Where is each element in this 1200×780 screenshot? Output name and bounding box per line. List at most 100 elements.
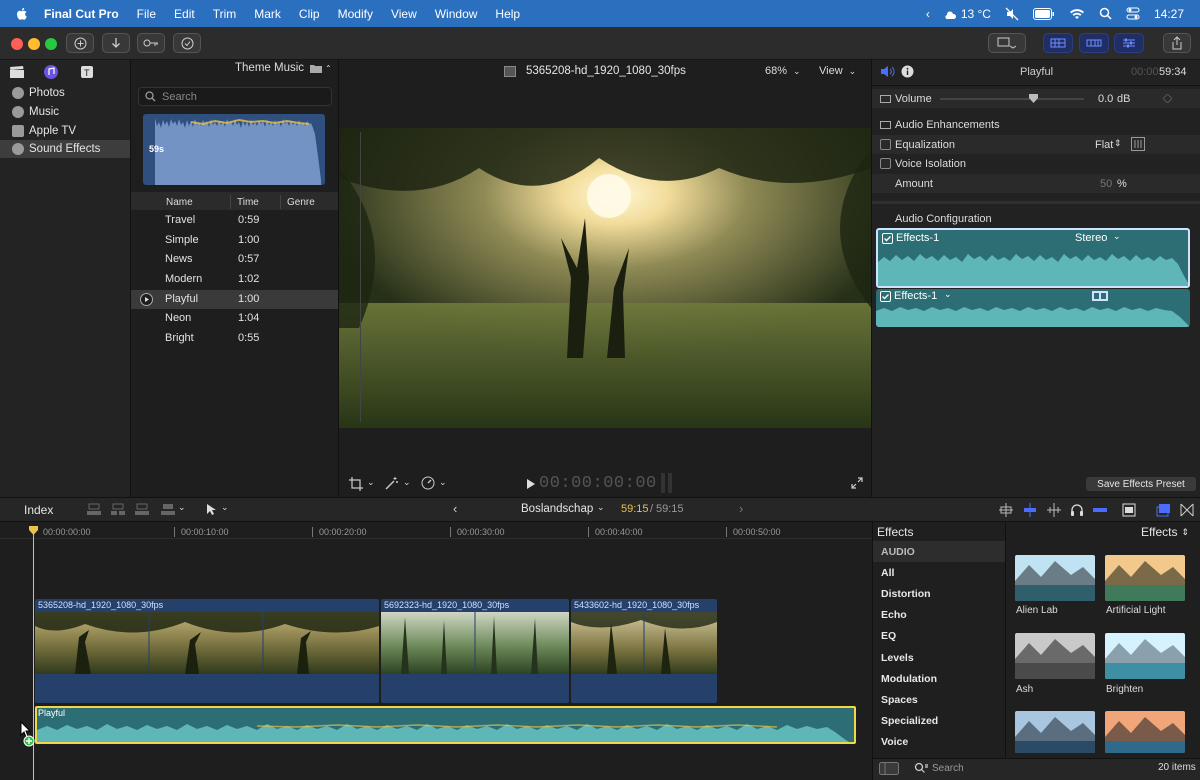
list-item[interactable]: Simple 1:00 (131, 231, 338, 250)
channel-1[interactable]: Effects-1 Stereo ⌄ (876, 228, 1190, 288)
category-distortion[interactable]: Distortion (873, 583, 1005, 604)
menu-trim[interactable]: Trim (213, 7, 237, 21)
project-name[interactable]: Boslandschap (521, 503, 593, 515)
category-levels[interactable]: Levels (873, 647, 1005, 668)
effect-thumbnail[interactable] (1105, 711, 1185, 753)
category-specialized[interactable]: Specialized (873, 710, 1005, 731)
video-clip[interactable] (35, 599, 379, 703)
history-forward-icon[interactable]: › (739, 501, 743, 516)
clip-appearance-icon[interactable] (1122, 503, 1136, 517)
channel-1-checkbox[interactable] (882, 233, 893, 244)
enhancements-label[interactable]: Audio Enhancements (895, 119, 1000, 131)
effect-thumbnail[interactable] (1015, 711, 1095, 753)
video-clip[interactable] (571, 599, 717, 703)
titles-generators-icon[interactable]: T (79, 64, 95, 80)
effect-thumbnail[interactable] (1105, 555, 1185, 601)
eq-icon[interactable] (1131, 137, 1145, 151)
menu-modify[interactable]: Modify (338, 7, 373, 21)
equalization-value[interactable]: Flat (1095, 139, 1113, 151)
effect-thumbnail[interactable] (1015, 555, 1095, 601)
sidebar-item-music[interactable]: Music (0, 103, 130, 121)
zoom-window-button[interactable] (45, 38, 57, 50)
music-photos-icon[interactable] (43, 64, 59, 80)
chevron-updown-icon[interactable]: ⇕ (1114, 138, 1122, 149)
timecode[interactable]: 00:00:00:00 (539, 474, 657, 493)
zoom-selector[interactable]: 68% ⌄ (765, 65, 801, 77)
speaker-icon[interactable] (880, 65, 895, 78)
video-clip[interactable] (381, 599, 569, 703)
history-back-icon[interactable]: ‹ (453, 501, 457, 516)
sidebar-toggle-icon[interactable] (879, 762, 899, 775)
menu-view[interactable]: View (391, 7, 417, 21)
menu-mark[interactable]: Mark (254, 7, 281, 21)
search-icon[interactable] (1099, 7, 1112, 20)
chevron-down-icon[interactable]: ⌄ (178, 502, 186, 513)
keyframe-icon[interactable] (1163, 94, 1172, 103)
search-field[interactable]: Search (138, 87, 332, 106)
chevron-down-icon[interactable]: ⌄ (403, 477, 411, 488)
minimize-window-button[interactable] (28, 38, 40, 50)
menu-window[interactable]: Window (435, 7, 478, 21)
headphones-icon[interactable] (1070, 503, 1084, 517)
chevron-down-icon[interactable]: ⌄ (597, 502, 605, 513)
audio-clip[interactable]: Playful (35, 706, 856, 744)
effect-thumbnail[interactable] (1015, 633, 1095, 679)
show-timeline-button[interactable] (1079, 33, 1109, 53)
play-icon[interactable] (140, 293, 153, 306)
list-item[interactable]: Modern 1:02 (131, 270, 338, 289)
append-clip-icon[interactable] (134, 503, 150, 516)
amount-value[interactable]: 50 (1100, 178, 1112, 190)
sidebar-item-apple-tv[interactable]: Apple TV (0, 122, 130, 140)
clock[interactable]: 14:27 (1154, 7, 1184, 21)
fullscreen-icon[interactable] (851, 477, 863, 489)
clapper-icon[interactable] (9, 65, 25, 79)
control-center-icon[interactable] (1126, 7, 1140, 20)
source-selector[interactable]: Theme Music ⌃ (235, 62, 332, 74)
background-tasks-button[interactable] (173, 33, 201, 53)
share-button[interactable] (1163, 33, 1191, 53)
column-genre[interactable]: Genre (287, 193, 315, 211)
category-eq[interactable]: EQ (873, 625, 1005, 646)
column-time[interactable]: Time (237, 193, 259, 211)
column-name[interactable]: Name (166, 193, 193, 211)
download-button[interactable] (102, 33, 130, 53)
play-icon[interactable] (526, 479, 536, 489)
voice-isolation-checkbox[interactable] (880, 158, 891, 169)
info-icon[interactable] (901, 65, 914, 78)
effects-search-placeholder[interactable]: Search (932, 763, 964, 774)
menu-help[interactable]: Help (495, 7, 520, 21)
overwrite-clip-icon[interactable] (160, 503, 176, 516)
list-item[interactable]: News 0:57 (131, 250, 338, 269)
apple-icon[interactable] (14, 6, 30, 22)
close-window-button[interactable] (11, 38, 23, 50)
volume-slider[interactable] (940, 98, 1084, 100)
chevron-down-icon[interactable]: ⌄ (944, 289, 952, 300)
category-all[interactable]: All (873, 562, 1005, 583)
transitions-browser-icon[interactable] (1180, 503, 1194, 517)
menu-file[interactable]: File (137, 7, 156, 21)
effects-selector[interactable]: Effects ⇕ (1141, 525, 1189, 539)
menu-clip[interactable]: Clip (299, 7, 320, 21)
category-echo[interactable]: Echo (873, 604, 1005, 625)
playhead-handle[interactable] (29, 526, 38, 535)
sidebar-item-sound-effects[interactable]: Sound Effects (0, 140, 130, 158)
insert-clip-icon[interactable] (110, 503, 126, 516)
snapping-icon[interactable] (1092, 503, 1108, 517)
connect-clip-icon[interactable] (86, 503, 102, 516)
chevron-down-icon[interactable]: ⌄ (439, 477, 447, 488)
import-media-button[interactable] (66, 33, 94, 53)
audio-skimming-icon[interactable] (1022, 503, 1038, 517)
chevron-down-icon[interactable]: ⌄ (1113, 231, 1121, 242)
category-voice[interactable]: Voice (873, 731, 1005, 752)
sidebar-item-photos[interactable]: Photos (0, 84, 130, 102)
solo-icon[interactable] (1046, 503, 1062, 517)
video-frame[interactable] (339, 128, 871, 428)
effect-thumbnail[interactable] (1105, 633, 1185, 679)
channel-1-mode[interactable]: Stereo (1075, 232, 1107, 244)
list-item[interactable]: Bright 0:55 (131, 329, 338, 348)
magic-wand-icon[interactable] (385, 476, 399, 490)
effects-browser-icon[interactable] (1156, 503, 1172, 517)
search-icon[interactable] (914, 762, 928, 774)
chevron-down-icon[interactable]: ⌄ (221, 502, 229, 513)
mute-icon[interactable] (1005, 7, 1019, 21)
